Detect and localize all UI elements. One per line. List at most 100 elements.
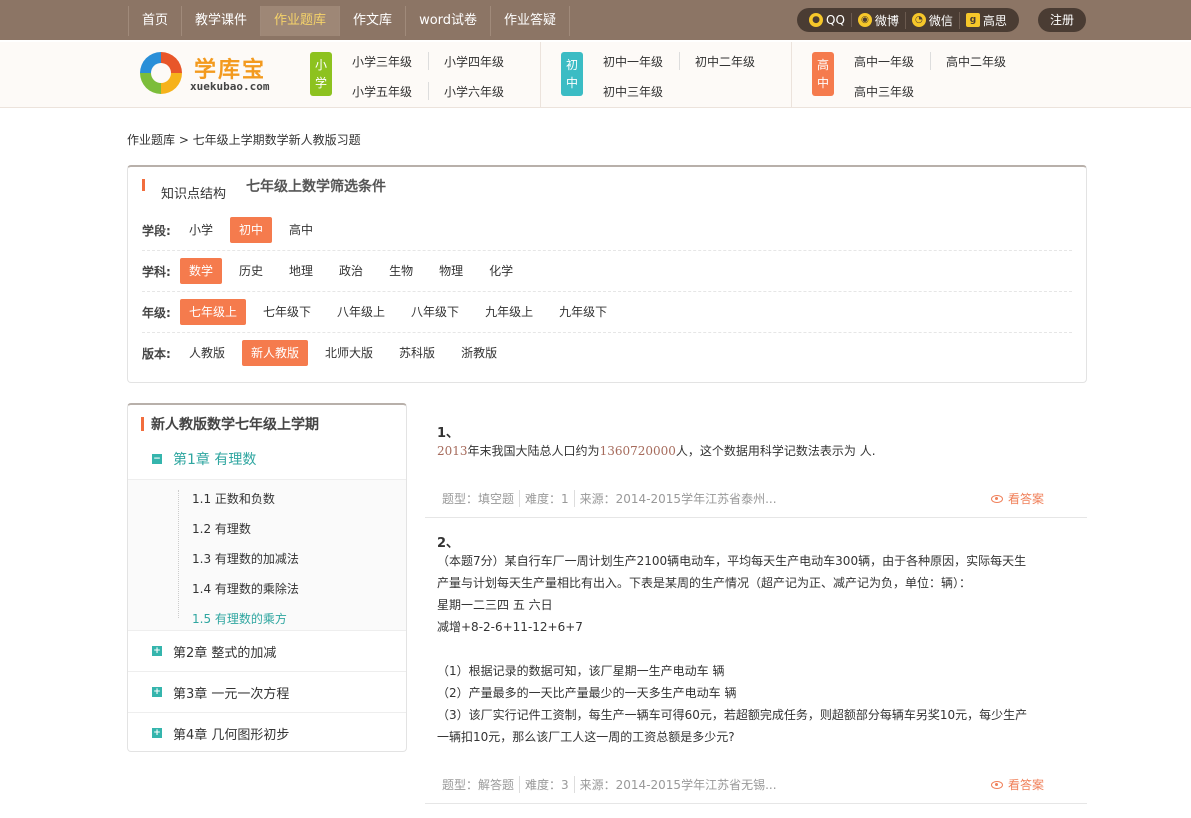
filter-option[interactable]: 八年级下 [402,299,468,325]
grade-block-divider [791,42,792,108]
grade-divider [930,52,931,70]
filter-option[interactable]: 浙教版 [452,340,506,366]
grade-link[interactable]: 初中二年级 [695,53,755,70]
filter-option[interactable]: 物理 [430,258,472,284]
filter-option[interactable]: 九年级下 [550,299,616,325]
section-item[interactable]: 1.4 有理数的乘除法 [192,580,299,597]
grade-link[interactable]: 高中一年级 [854,53,914,70]
question-type: 题型：解答题 [442,776,521,793]
grade-header: 学库宝 xuekubao.com 小学 小学三年级 小学四年级 小学五年级 小学… [0,42,1191,108]
grade-tag-junior: 初中 [561,52,583,96]
chapter-label: 第3章 一元一次方程 [173,686,290,702]
login-wechat[interactable]: ◔ 微信 [906,11,960,29]
filter-label: 版本: [142,346,171,361]
grade-link[interactable]: 高中三年级 [854,83,914,100]
filter-option[interactable]: 小学 [180,217,222,243]
filter-option[interactable]: 地理 [280,258,322,284]
section-marker [141,417,144,431]
filter-option[interactable]: 化学 [480,258,522,284]
question-divider [425,517,1087,518]
grade-block-senior: 高中 高中一年级 高中二年级 高中三年级 [812,42,1042,108]
nav-homework-qa[interactable]: 作业答疑 [491,6,571,36]
chapter-label: 第4章 几何图形初步 [173,727,290,743]
tab-knowledge-structure[interactable]: 知识点结构 [161,183,226,202]
tab-filter-conditions[interactable]: 七年级上数学筛选条件 [246,176,386,196]
filter-option[interactable]: 八年级上 [328,299,394,325]
grade-tag-senior: 高中 [812,52,834,96]
chapter-4[interactable]: + 第4章 几何图形初步 [128,713,406,753]
grade-link[interactable]: 小学四年级 [444,53,504,70]
grade-link[interactable]: 小学三年级 [352,53,412,70]
nav-home[interactable]: 首页 [128,6,183,36]
grade-link[interactable]: 小学五年级 [352,83,412,100]
filter-row-subject: 学科: 数学 历史 地理 政治 生物 物理 化学 [142,258,530,284]
nav-courseware[interactable]: 教学课件 [182,6,262,36]
section-item[interactable]: 1.1 正数和负数 [192,490,275,507]
expand-icon[interactable]: + [152,646,162,656]
collapse-icon[interactable]: − [152,454,162,464]
login-gaosi[interactable]: g 高思 [960,12,1013,29]
section-marker [142,179,145,191]
question-text: 2013年末我国大陆总人口约为1360720000人，这个数据用科学记数法表示为… [437,444,876,458]
nav-essays[interactable]: 作文库 [340,6,407,36]
section-item[interactable]: 1.2 有理数 [192,520,251,537]
filter-option[interactable]: 北师大版 [316,340,382,366]
view-answer-link[interactable]: 看答案 [991,776,1044,793]
sidebar-title: 新人教版数学七年级上学期 [151,417,319,433]
question-difficulty: 难度：1 [520,490,575,507]
chapter-3[interactable]: + 第3章 一元一次方程 [128,672,406,712]
filter-option-selected[interactable]: 新人教版 [242,340,309,366]
filter-label: 学科: [142,264,171,279]
chapter-2[interactable]: + 第2章 整式的加减 [128,631,406,671]
chapter-1[interactable]: − 第1章 有理数 [128,439,406,479]
grade-divider [679,52,680,70]
section-item-current[interactable]: 1.5 有理数的乘方 [192,610,287,627]
grade-link[interactable]: 初中三年级 [603,83,663,100]
eye-icon [991,780,1003,789]
question-text: （本题7分）某自行车厂一周计划生产2100辆电动车，平均每天生产电动车300辆，… [437,554,1028,744]
nav-word-papers[interactable]: word试卷 [406,6,492,36]
grade-tag-primary: 小学 [310,52,332,96]
grade-link[interactable]: 高中二年级 [946,53,1006,70]
filter-option-selected[interactable]: 初中 [230,217,273,243]
expand-icon[interactable]: + [152,728,162,738]
login-qq[interactable]: ● QQ [803,13,852,27]
nav-homework-bank[interactable]: 作业题库 [261,6,341,36]
chapter-label: 第2章 整式的加减 [173,645,277,661]
filter-option[interactable]: 九年级上 [476,299,542,325]
section-list: 1.1 正数和负数 1.2 有理数 1.3 有理数的加减法 1.4 有理数的乘除… [128,479,406,631]
logo-mark-icon [140,52,182,94]
filter-label: 学段: [142,223,171,238]
filter-option[interactable]: 政治 [330,258,372,284]
grade-block-primary: 小学 小学三年级 小学四年级 小学五年级 小学六年级 [310,42,540,108]
filter-option[interactable]: 历史 [230,258,272,284]
grade-block-divider [540,42,541,108]
eye-icon [991,494,1003,503]
login-weibo[interactable]: ◉ 微博 [852,11,906,29]
row-divider [142,291,1072,292]
site-logo[interactable]: 学库宝 xuekubao.com [140,50,280,96]
filter-option[interactable]: 苏科版 [390,340,444,366]
breadcrumb[interactable]: 作业题库 > 七年级上学期数学新人教版习题 [127,131,361,148]
grade-link[interactable]: 小学六年级 [444,83,504,100]
question-difficulty: 难度：3 [520,776,575,793]
filter-option-selected[interactable]: 数学 [180,258,223,284]
register-button[interactable]: 注册 [1038,8,1086,32]
filter-option[interactable]: 七年级下 [254,299,320,325]
expand-icon[interactable]: + [152,687,162,697]
filter-row-grade: 年级: 七年级上 七年级下 八年级上 八年级下 九年级上 九年级下 [142,299,624,325]
main-menu: 首页 教学课件 作业题库 作文库 word试卷 作业答疑 [128,6,571,36]
filter-option-selected[interactable]: 七年级上 [180,299,247,325]
question-card: 1、 2013年末我国大陆总人口约为1360720000人，这个数据用科学记数法… [425,420,1087,518]
view-answer-link[interactable]: 看答案 [991,490,1044,507]
section-item[interactable]: 1.3 有理数的加减法 [192,550,299,567]
question-source: 来源：2014-2015学年江苏省泰州... [579,492,777,506]
filter-option[interactable]: 高中 [280,217,322,243]
filter-option[interactable]: 生物 [380,258,422,284]
question-type: 题型：填空题 [442,490,521,507]
grade-divider [428,82,429,100]
tree-line [178,490,179,618]
grade-link[interactable]: 初中一年级 [603,53,663,70]
filter-panel: 知识点结构 七年级上数学筛选条件 学段: 小学 初中 高中 学科: 数学 历史 … [127,165,1087,383]
filter-option[interactable]: 人教版 [180,340,234,366]
